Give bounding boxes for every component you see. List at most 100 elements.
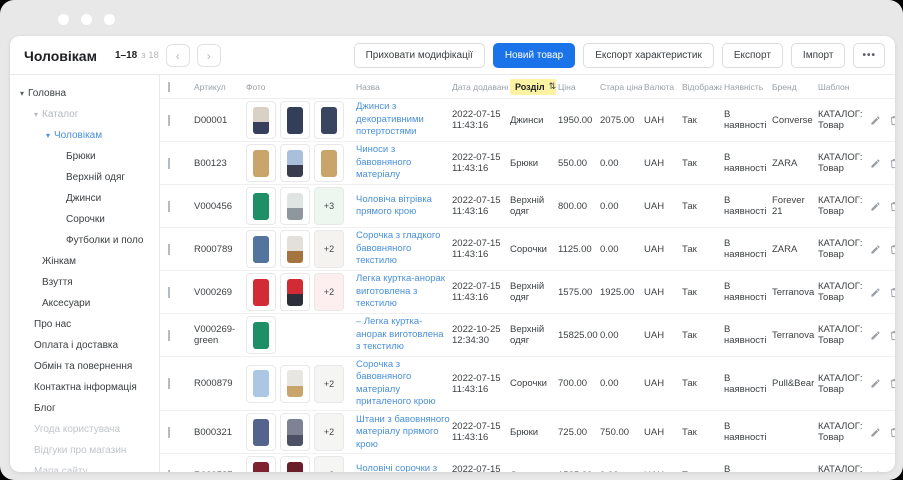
sort-icon[interactable]: ⇅ <box>549 82 556 92</box>
sidebar-item[interactable]: Угода користувача <box>10 419 159 440</box>
sidebar-item[interactable]: Обмін та повернення <box>10 356 159 377</box>
column-header-category[interactable]: Розділ ⇅ <box>510 78 556 95</box>
sidebar-item[interactable]: ▾ Головна <box>10 83 159 104</box>
delete-icon[interactable] <box>889 201 895 212</box>
window-dot-icon[interactable] <box>104 14 115 25</box>
product-photo[interactable] <box>280 101 310 139</box>
delete-icon[interactable] <box>889 158 895 169</box>
sidebar-item[interactable]: Контактна інформація <box>10 377 159 398</box>
delete-icon[interactable] <box>889 287 895 298</box>
sidebar-item[interactable]: Взуття <box>10 272 159 293</box>
edit-icon[interactable] <box>870 244 881 255</box>
product-photo[interactable] <box>246 273 276 311</box>
new-product-button[interactable]: Новий товар <box>492 43 576 68</box>
row-checkbox[interactable] <box>168 286 170 298</box>
product-photo[interactable] <box>314 101 344 139</box>
product-name-link[interactable]: Штани з бавовняного матеріалу прямого кр… <box>356 414 450 450</box>
sidebar-item[interactable]: Джинси <box>10 188 159 209</box>
product-photo[interactable] <box>246 101 276 139</box>
column-header-stock[interactable]: Наявність <box>724 82 770 92</box>
sidebar-item[interactable]: Мапа сайту <box>10 461 159 472</box>
product-photo[interactable] <box>246 187 276 225</box>
column-header-brand[interactable]: Бренд <box>772 82 816 92</box>
export-attributes-button[interactable]: Експорт характеристик <box>583 43 714 68</box>
product-name-link[interactable]: Сорочка з гладкого бавовняного текстилю <box>356 230 440 266</box>
sidebar-item[interactable]: Сорочки <box>10 209 159 230</box>
prev-page-button[interactable]: ‹ <box>165 44 190 67</box>
sidebar-item[interactable]: Брюки <box>10 146 159 167</box>
sidebar-item[interactable]: Жінкам <box>10 251 159 272</box>
edit-icon[interactable] <box>870 158 881 169</box>
product-photo[interactable] <box>280 144 310 182</box>
product-name-link[interactable]: Чоловіча вітрівка прямого крою <box>356 194 432 217</box>
product-name-link[interactable]: Сорочка з бавовняного матеріалу притален… <box>356 359 436 407</box>
column-header-price[interactable]: Ціна <box>558 82 598 92</box>
delete-icon[interactable] <box>889 115 895 126</box>
delete-icon[interactable] <box>889 470 895 472</box>
row-checkbox[interactable] <box>168 469 170 472</box>
sidebar-item[interactable]: Про нас <box>10 314 159 335</box>
product-name-link[interactable]: Джинси з декоративними потертостями <box>356 101 424 137</box>
import-button[interactable]: Імпорт <box>790 43 846 68</box>
sidebar-item[interactable]: Блог <box>10 398 159 419</box>
export-button[interactable]: Експорт <box>721 43 783 68</box>
edit-icon[interactable] <box>870 287 881 298</box>
row-checkbox[interactable] <box>168 378 170 390</box>
product-photo[interactable] <box>314 144 344 182</box>
more-photos-badge[interactable]: +3 <box>314 187 344 225</box>
more-photos-badge[interactable]: +2 <box>314 230 344 268</box>
delete-icon[interactable] <box>889 244 895 255</box>
more-photos-badge[interactable]: +2 <box>314 456 344 472</box>
column-header-template[interactable]: Шаблон <box>818 82 868 92</box>
edit-icon[interactable] <box>870 115 881 126</box>
sidebar-item[interactable]: Аксесуари <box>10 293 159 314</box>
product-photo[interactable] <box>246 364 276 403</box>
column-header-currency[interactable]: Валюта <box>644 82 680 92</box>
product-name-link[interactable]: Чиноси з бавовняного матеріалу <box>356 144 411 180</box>
product-photo[interactable] <box>280 364 310 403</box>
product-photo[interactable] <box>246 456 276 472</box>
delete-icon[interactable] <box>889 378 895 389</box>
column-header-visible[interactable]: Відображати <box>682 82 722 92</box>
window-dot-icon[interactable] <box>58 14 69 25</box>
edit-icon[interactable] <box>870 470 881 472</box>
product-photo[interactable] <box>280 456 310 472</box>
sidebar-item[interactable]: Оплата і доставка <box>10 335 159 356</box>
edit-icon[interactable] <box>870 378 881 389</box>
row-checkbox[interactable] <box>168 329 170 341</box>
select-all-checkbox[interactable] <box>168 81 170 92</box>
row-checkbox[interactable] <box>168 157 170 169</box>
row-checkbox[interactable] <box>168 426 170 438</box>
more-photos-badge[interactable]: +2 <box>314 364 344 403</box>
product-photo[interactable] <box>280 187 310 225</box>
column-header-old-price[interactable]: Стара ціна <box>600 82 642 92</box>
product-photo[interactable] <box>246 316 276 354</box>
column-header-date[interactable]: Дата додавання <box>452 82 508 92</box>
product-photo[interactable] <box>246 230 276 268</box>
product-photo[interactable] <box>246 413 276 452</box>
product-photo[interactable] <box>280 413 310 452</box>
sidebar-item[interactable]: Футболки и поло <box>10 230 159 251</box>
sidebar-item[interactable]: Відгуки про магазин <box>10 440 159 461</box>
product-name-link[interactable]: Чоловічі сорочки з легкого текстилю <box>356 463 437 472</box>
product-photo[interactable] <box>280 230 310 268</box>
product-photo[interactable] <box>246 144 276 182</box>
edit-icon[interactable] <box>870 330 881 341</box>
more-photos-badge[interactable]: +2 <box>314 413 344 452</box>
column-header-photo[interactable]: Фото <box>246 82 354 92</box>
sidebar-item[interactable]: ▾ Каталог <box>10 104 159 125</box>
column-header-name[interactable]: Назва <box>356 82 450 92</box>
next-page-button[interactable]: › <box>196 44 221 67</box>
row-checkbox[interactable] <box>168 243 170 255</box>
product-name-link[interactable]: Легка куртка-анорак виготовлена з тексти… <box>356 273 445 309</box>
delete-icon[interactable] <box>889 330 895 341</box>
row-checkbox[interactable] <box>168 114 170 126</box>
hide-modifications-button[interactable]: Приховати модифікації <box>353 43 485 68</box>
product-name-link[interactable]: – Легка куртка-анорак виготовлена з текс… <box>356 316 444 352</box>
more-photos-badge[interactable]: +2 <box>314 273 344 311</box>
product-photo[interactable] <box>280 273 310 311</box>
row-checkbox[interactable] <box>168 200 170 212</box>
delete-icon[interactable] <box>889 427 895 438</box>
edit-icon[interactable] <box>870 427 881 438</box>
sidebar-item[interactable]: Верхній одяг <box>10 167 159 188</box>
